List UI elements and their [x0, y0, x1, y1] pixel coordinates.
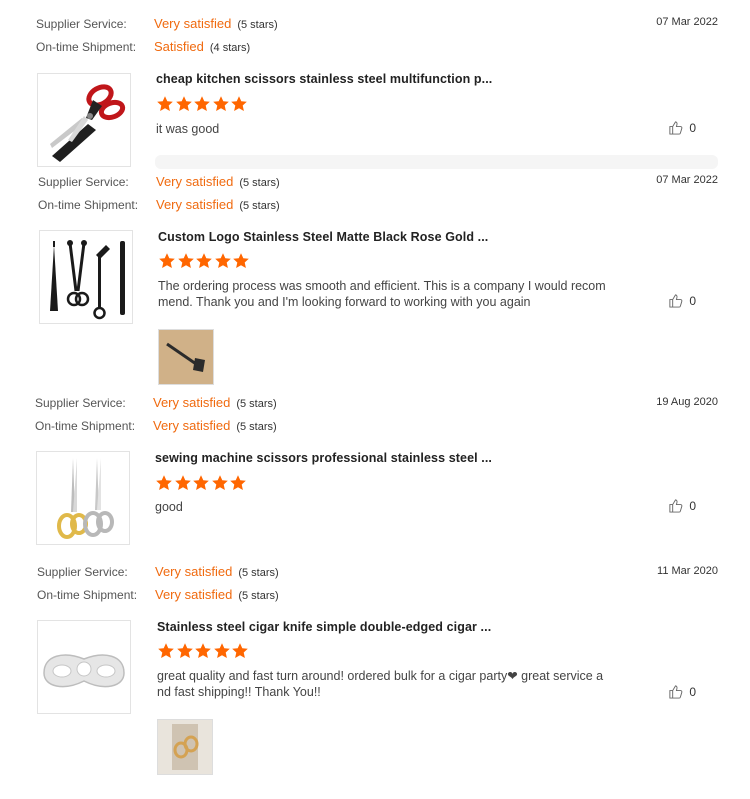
product-title-link[interactable]: Stainless steel cigar knife simple doubl… — [157, 620, 491, 634]
review-text: The ordering process was smooth and effi… — [158, 278, 614, 310]
like-count: 0 — [689, 684, 696, 699]
ontime-shipment-stars: (4 stars) — [209, 42, 251, 54]
product-thumbnail[interactable] — [36, 451, 130, 545]
supplier-service-label: Supplier Service: — [35, 396, 126, 410]
star-icon — [193, 475, 209, 490]
rating-meta: Supplier Service: Very satisfied (5 stars)… — [36, 13, 278, 59]
star-icon — [232, 643, 248, 658]
ontime-shipment-stars: (5 stars) — [239, 200, 280, 212]
star-icon — [212, 96, 229, 111]
like-count: 0 — [689, 120, 696, 135]
cigar-cutter-photo-image — [158, 720, 212, 774]
review-date: 07 Mar 2022 — [656, 16, 718, 28]
review-text-line: mend. Thank you and I'm looking forward … — [158, 295, 531, 309]
product-title-link[interactable]: sewing machine scissors professional sta… — [155, 451, 492, 465]
star-icon — [156, 475, 172, 490]
star-icon — [233, 253, 249, 268]
review-photo[interactable] — [157, 719, 213, 775]
star-icon — [195, 643, 211, 658]
star-rating — [156, 95, 249, 113]
star-rating — [157, 642, 250, 660]
review-text: good — [155, 500, 183, 514]
product-thumbnail[interactable] — [39, 230, 133, 324]
supplier-service-stars: (5 stars) — [239, 177, 280, 189]
ontime-shipment-value: Satisfied — [154, 39, 204, 54]
thumbs-up-icon — [669, 294, 683, 308]
like-count: 0 — [689, 293, 696, 308]
ontime-shipment-label: On-time Shipment: — [36, 40, 137, 54]
review-date: 07 Mar 2022 — [656, 174, 718, 186]
product-thumbnail[interactable] — [37, 73, 131, 167]
ontime-shipment-stars: (5 stars) — [236, 421, 277, 433]
supplier-service-stars: (5 stars) — [236, 398, 277, 410]
product-title-link[interactable]: cheap kitchen scissors stainless steel m… — [156, 72, 492, 86]
star-icon — [211, 475, 228, 490]
rating-meta: Supplier Service: Very satisfied (5 stars)… — [35, 392, 277, 438]
star-rating — [158, 252, 251, 270]
supplier-service-value: Very satisfied — [156, 174, 234, 189]
star-icon — [231, 96, 247, 111]
supplier-service-stars: (5 stars) — [238, 567, 279, 579]
ontime-shipment-stars: (5 stars) — [238, 590, 279, 602]
like-button[interactable]: 0 — [668, 120, 696, 135]
product-title-link[interactable]: Custom Logo Stainless Steel Matte Black … — [158, 230, 488, 244]
product-thumbnail[interactable] — [37, 620, 131, 714]
thumbs-up-icon — [669, 685, 683, 699]
review-text: it was good — [156, 122, 220, 136]
ontime-shipment-value: Very satisfied — [155, 587, 233, 602]
ontime-shipment-label: On-time Shipment: — [37, 588, 138, 602]
thumbs-up-icon — [669, 499, 683, 513]
review-date: 11 Mar 2020 — [657, 565, 718, 577]
star-icon — [174, 475, 191, 490]
sewing-scissors-image — [37, 452, 129, 544]
ontime-shipment-label: On-time Shipment: — [38, 198, 139, 212]
review-text-line: nd fast shipping!! Thank You!! — [157, 685, 321, 699]
star-icon — [230, 475, 246, 490]
review-divider — [155, 155, 718, 169]
ontime-shipment-value: Very satisfied — [153, 418, 231, 433]
supplier-service-value: Very satisfied — [155, 564, 233, 579]
star-rating — [155, 474, 248, 492]
star-icon — [194, 96, 210, 111]
cigar-cutter-image — [38, 621, 130, 713]
supplier-service-stars: (5 stars) — [237, 19, 278, 31]
supplier-service-value: Very satisfied — [154, 16, 232, 31]
review-photo[interactable] — [158, 329, 214, 385]
snuffer-photo-image — [159, 330, 213, 384]
star-icon — [214, 253, 231, 268]
like-count: 0 — [689, 498, 696, 513]
kitchen-scissors-image — [38, 74, 130, 166]
supplier-service-value: Very satisfied — [153, 395, 231, 410]
supplier-service-label: Supplier Service: — [36, 17, 127, 31]
like-button[interactable]: 0 — [668, 498, 696, 513]
candle-tools-image — [40, 231, 132, 323]
review-text-line: The ordering process was smooth and effi… — [158, 279, 606, 293]
star-icon — [157, 96, 173, 111]
star-icon — [176, 643, 193, 658]
thumbs-up-icon — [669, 121, 683, 135]
rating-meta: Supplier Service: Very satisfied (5 stars)… — [37, 561, 279, 607]
star-icon — [213, 643, 230, 658]
like-button[interactable]: 0 — [668, 293, 696, 308]
supplier-service-label: Supplier Service: — [38, 175, 129, 189]
review-date: 19 Aug 2020 — [656, 396, 718, 408]
star-icon — [177, 253, 194, 268]
star-icon — [158, 643, 174, 658]
ontime-shipment-value: Very satisfied — [156, 197, 234, 212]
rating-meta: Supplier Service: Very satisfied (5 stars)… — [38, 171, 280, 217]
star-icon — [159, 253, 175, 268]
review-text: great quality and fast turn around! orde… — [157, 668, 613, 700]
star-icon — [175, 96, 192, 111]
review-text-line: great quality and fast turn around! orde… — [157, 669, 604, 683]
star-icon — [196, 253, 212, 268]
like-button[interactable]: 0 — [668, 684, 696, 699]
ontime-shipment-label: On-time Shipment: — [35, 419, 136, 433]
supplier-service-label: Supplier Service: — [37, 565, 128, 579]
